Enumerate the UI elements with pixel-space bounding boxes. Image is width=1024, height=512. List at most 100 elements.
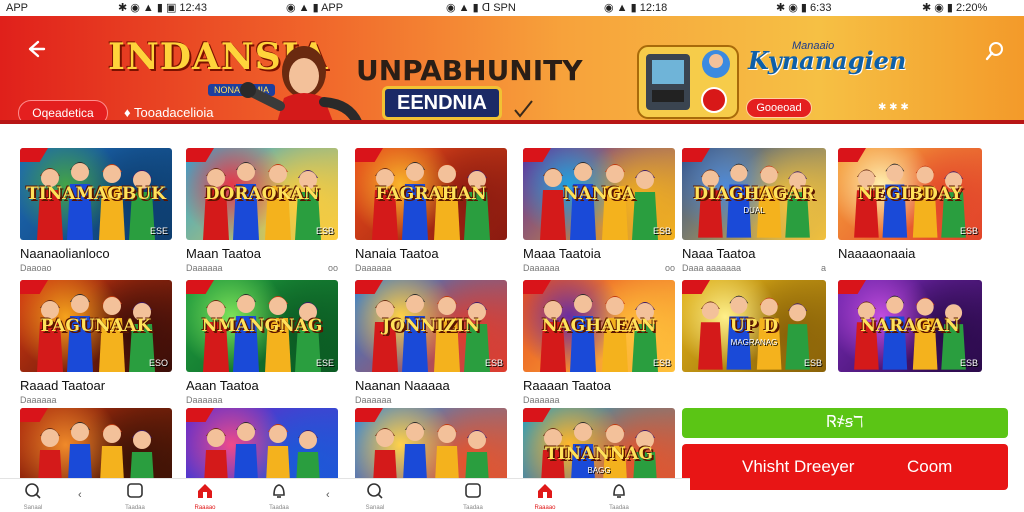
game-art-title: PAGUNAAK (40, 316, 152, 336)
promo-banner[interactable]: INDANSIA NONAGAMIA Oqeadetica ♦ Tooadace… (0, 16, 1024, 124)
game-meta: Daaaaaa (523, 395, 675, 405)
game-card[interactable]: NANGA ESB Maaa Taatoia Daaaaaa oo (523, 148, 675, 273)
home-icon (536, 484, 554, 503)
status-icons: ◉ ▲ ▮ APP (286, 2, 344, 14)
game-card[interactable]: DORAOKAN ESB Maan Taatoa Daaaaaa oo (186, 148, 338, 273)
game-thumbnail[interactable]: PAGUNAAK ESO (20, 280, 172, 372)
nav-item-bell[interactable]: Taadaa (594, 483, 644, 511)
nav-label: Sanaal (365, 505, 385, 511)
game-thumbnail[interactable]: NEGIBDAY ESB (838, 148, 982, 240)
game-rating-tag: ESB (959, 358, 978, 368)
promo-title: UNPABHUNITY (356, 54, 583, 87)
game-title: Aaan Taatoa (186, 378, 259, 393)
game-meta: Daaaaaa (20, 395, 172, 405)
status-bar: APP ✱ ◉ ▲ ▮ ▣ 12:43 ◉ ▲ ▮ APP ◉ ▲ ▮ ᗡ SP… (0, 0, 1024, 16)
game-rating-tag: ESB (803, 358, 822, 368)
game-meta: Daaaaaa (355, 263, 507, 273)
game-rating-tag: ESB (315, 226, 334, 236)
game-title: Raaad Taatoar (20, 378, 106, 393)
game-card[interactable]: NARAGAN ESB (838, 280, 982, 372)
game-thumbnail[interactable]: UP D MAGRANAG ESB (682, 280, 826, 372)
decoration-dots: ✱ ✱ ✱ (878, 102, 909, 113)
game-thumbnail[interactable]: NMANGNAG ESE (186, 280, 338, 372)
game-card[interactable]: JONNIZIN ESB Naanan Naaaaa Daaaaaa (355, 280, 507, 405)
nav-label: Taadaa (269, 505, 289, 511)
download-button[interactable]: Gooeoad (746, 98, 812, 118)
game-meta-left: Daaoao (20, 263, 52, 273)
game-meta: Daaoao (20, 263, 172, 273)
nav-item-square[interactable]: Taadaa (448, 483, 498, 511)
square-icon (126, 483, 144, 503)
game-thumbnail[interactable]: JONNIZIN ESB (355, 280, 507, 372)
nav-item-search[interactable]: Sanaal (350, 483, 400, 511)
game-card[interactable]: NEGIBDAY ESB Naaaaonaaia (838, 148, 982, 261)
game-art-title: NMANGNAG (201, 316, 323, 336)
status-icons: ◉ ▲ ▮ 12:18 (604, 2, 668, 14)
game-title: Maan Taatoa (186, 246, 261, 261)
game-card[interactable]: TINAMAGBUK ESE Naanaolianloco Daaoao (20, 148, 172, 273)
game-rating-tag: ESE (315, 358, 334, 368)
game-meta-left: Daaa aaaaaaa (682, 263, 742, 273)
game-card[interactable]: UP D MAGRANAG ESB (682, 280, 826, 372)
game-art-title: NANGA (563, 184, 635, 204)
game-title: Naanan Naaaaa (355, 378, 450, 393)
game-meta-left: Daaaaaa (186, 395, 223, 405)
game-art-subtitle: DUAL (743, 206, 765, 215)
game-thumbnail[interactable]: FAGRAHAN (355, 148, 507, 240)
game-art-title: NARAGAN (860, 316, 960, 336)
nav-item-home[interactable]: Raaaao (520, 483, 570, 511)
status-icons: ◉ ▲ ▮ ᗡ SPN (446, 2, 516, 14)
app-device-art (637, 45, 739, 119)
game-art-title: DORAOKAN (204, 184, 320, 204)
back-arrow-icon[interactable] (22, 38, 48, 64)
game-art-title: FAGRAHAN (375, 184, 487, 204)
game-title: Naanaolianloco (20, 246, 110, 261)
bell-icon (610, 484, 628, 503)
nav-label: Taadaa (125, 505, 145, 511)
bottom-navigation: Sanaal Taadaa Raaaao Taadaa Sanaal Taadaa Raaa… (0, 478, 690, 512)
game-title: Naaa Taatoa (682, 246, 756, 261)
game-rating-tag: ESB (652, 226, 671, 236)
status-icons: ✱ ◉ ▮ 6:33 (776, 2, 832, 14)
search-icon[interactable] (984, 40, 1006, 62)
game-meta-left: Daaaaaa (355, 263, 392, 273)
game-title: Nanaia Taatoa (355, 246, 439, 261)
game-rating-tag: ESB (484, 358, 503, 368)
game-card[interactable]: PAGUNAAK ESO Raaad Taatoar Daaaaaa (20, 280, 172, 405)
game-rating-tag: ESO (148, 358, 168, 368)
nav-label: Taadaa (463, 505, 483, 511)
game-thumbnail[interactable]: NAGHAEAN ESB (523, 280, 675, 372)
check-icon (514, 100, 533, 118)
game-card[interactable]: NAGHAEAN ESB Raaaan Taatoa Daaaaaa (523, 280, 675, 405)
game-card[interactable]: NMANGNAG ESE Aaan Taatoa Daaaaaa (186, 280, 338, 405)
game-thumbnail[interactable]: DIAGHAGAR DUAL (682, 148, 826, 240)
game-meta-right: a (820, 263, 826, 273)
game-title: Maaa Taatoia (523, 246, 601, 261)
nav-label: Raaaao (194, 505, 216, 511)
status-app-label: APP (6, 2, 29, 14)
nav-item-search[interactable]: Sanaal (8, 483, 58, 511)
promo-badge[interactable]: EENDNIA (382, 86, 502, 120)
game-thumbnail[interactable]: DORAOKAN ESB (186, 148, 338, 240)
chevron-left-icon[interactable]: ‹ (326, 489, 330, 501)
nav-item-home[interactable]: Raaaao (180, 483, 230, 511)
game-card[interactable]: DIAGHAGAR DUAL Naaa Taatoa Daaa aaaaaaa a (682, 148, 826, 273)
hero-cta-button[interactable]: Oqeadetica (18, 100, 108, 124)
game-rating-tag: ESE (149, 226, 168, 236)
nav-item-bell[interactable]: Taadaa (254, 483, 304, 511)
play-now-button[interactable]: Vhisht Dreeyer Coom (682, 444, 1008, 490)
status-icons: ✱ ◉ ▲ ▮ ▣ 12:43 (118, 2, 207, 14)
nav-item-square[interactable]: Taadaa (110, 483, 160, 511)
square-icon (464, 483, 482, 503)
game-meta-left: Daaaaaa (355, 395, 392, 405)
app-name: Kynanagien (748, 46, 907, 75)
game-thumbnail[interactable]: TINAMAGBUK ESE (20, 148, 172, 240)
game-meta: Daaaaaa oo (186, 263, 338, 273)
chevron-left-icon[interactable]: ‹ (78, 489, 82, 501)
game-meta-right: oo (327, 263, 338, 273)
primary-action-button[interactable]: Ꮢ҂ꞩℸ (682, 408, 1008, 438)
game-card[interactable]: FAGRAHAN Nanaia Taatoa Daaaaaa (355, 148, 507, 273)
game-thumbnail[interactable]: NANGA ESB (523, 148, 675, 240)
game-thumbnail[interactable]: NARAGAN ESB (838, 280, 982, 372)
game-art-title: DIAGHAGAR (693, 184, 815, 204)
